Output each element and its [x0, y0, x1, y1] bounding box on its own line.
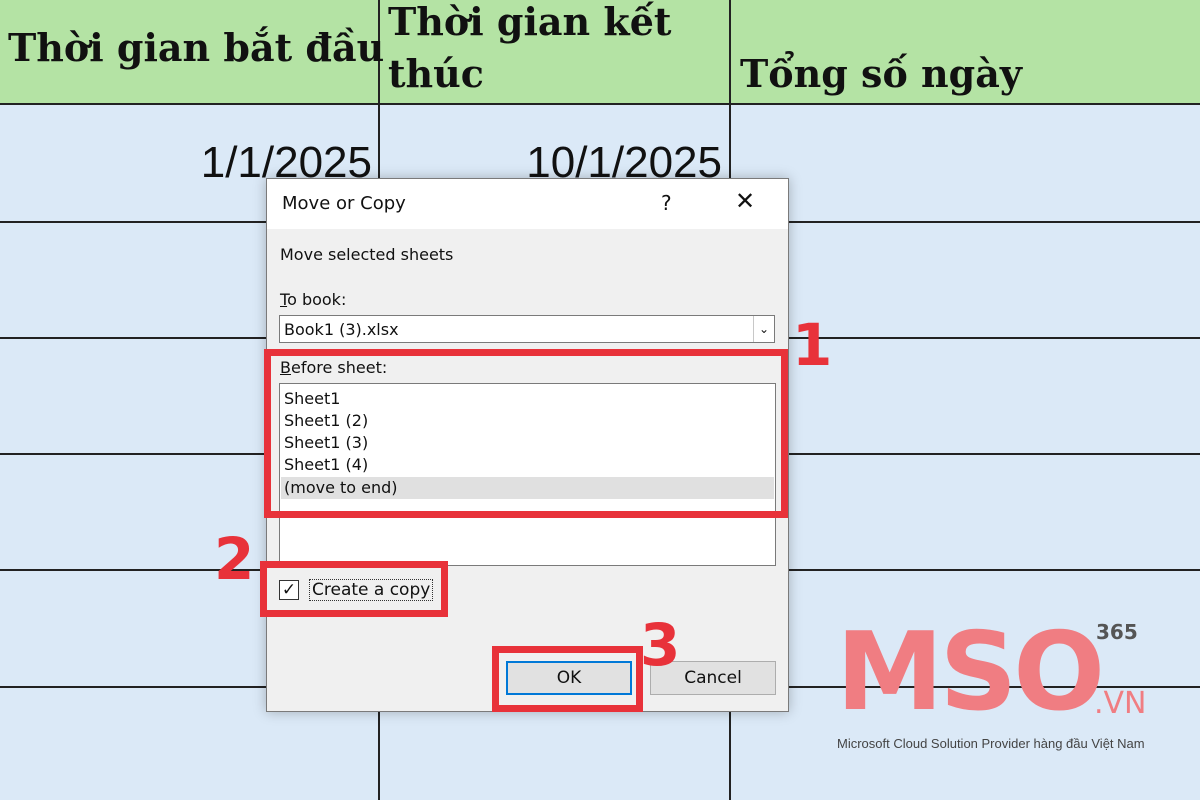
header-start-time[interactable]: Thời gian bắt đầu: [8, 22, 384, 74]
header-end-time[interactable]: Thời gian kết thúc: [388, 0, 718, 100]
highlight-box-ok: [492, 646, 643, 712]
logo-365: 365: [1096, 620, 1138, 644]
move-selected-sheets-label: Move selected sheets: [280, 245, 454, 264]
to-book-dropdown[interactable]: Book1 (3).xlsx ⌄: [279, 315, 775, 343]
to-book-label: To book:: [280, 290, 347, 309]
logo-tagline: Microsoft Cloud Solution Provider hàng đ…: [837, 736, 1145, 751]
close-icon[interactable]: ✕: [735, 189, 755, 213]
step-number-2: 2: [214, 525, 255, 593]
step-number-1: 1: [792, 311, 833, 379]
to-book-value: Book1 (3).xlsx: [284, 320, 399, 339]
logo-wordmark: MSO: [836, 610, 1105, 735]
highlight-box-before-sheet: [264, 349, 788, 518]
step-number-3: 3: [640, 611, 681, 679]
mso-logo: MSO 365 .VN Microsoft Cloud Solution Pro…: [832, 612, 1182, 762]
header-total-days[interactable]: Tổng số ngày: [740, 48, 1022, 100]
logo-domain-suffix: .VN: [1094, 686, 1147, 721]
dialog-title: Move or Copy: [282, 193, 406, 214]
chevron-down-icon[interactable]: ⌄: [753, 316, 774, 342]
highlight-box-create-copy: [260, 561, 448, 617]
help-button[interactable]: ?: [661, 191, 672, 215]
dialog-titlebar: Move or Copy ? ✕: [267, 179, 788, 229]
